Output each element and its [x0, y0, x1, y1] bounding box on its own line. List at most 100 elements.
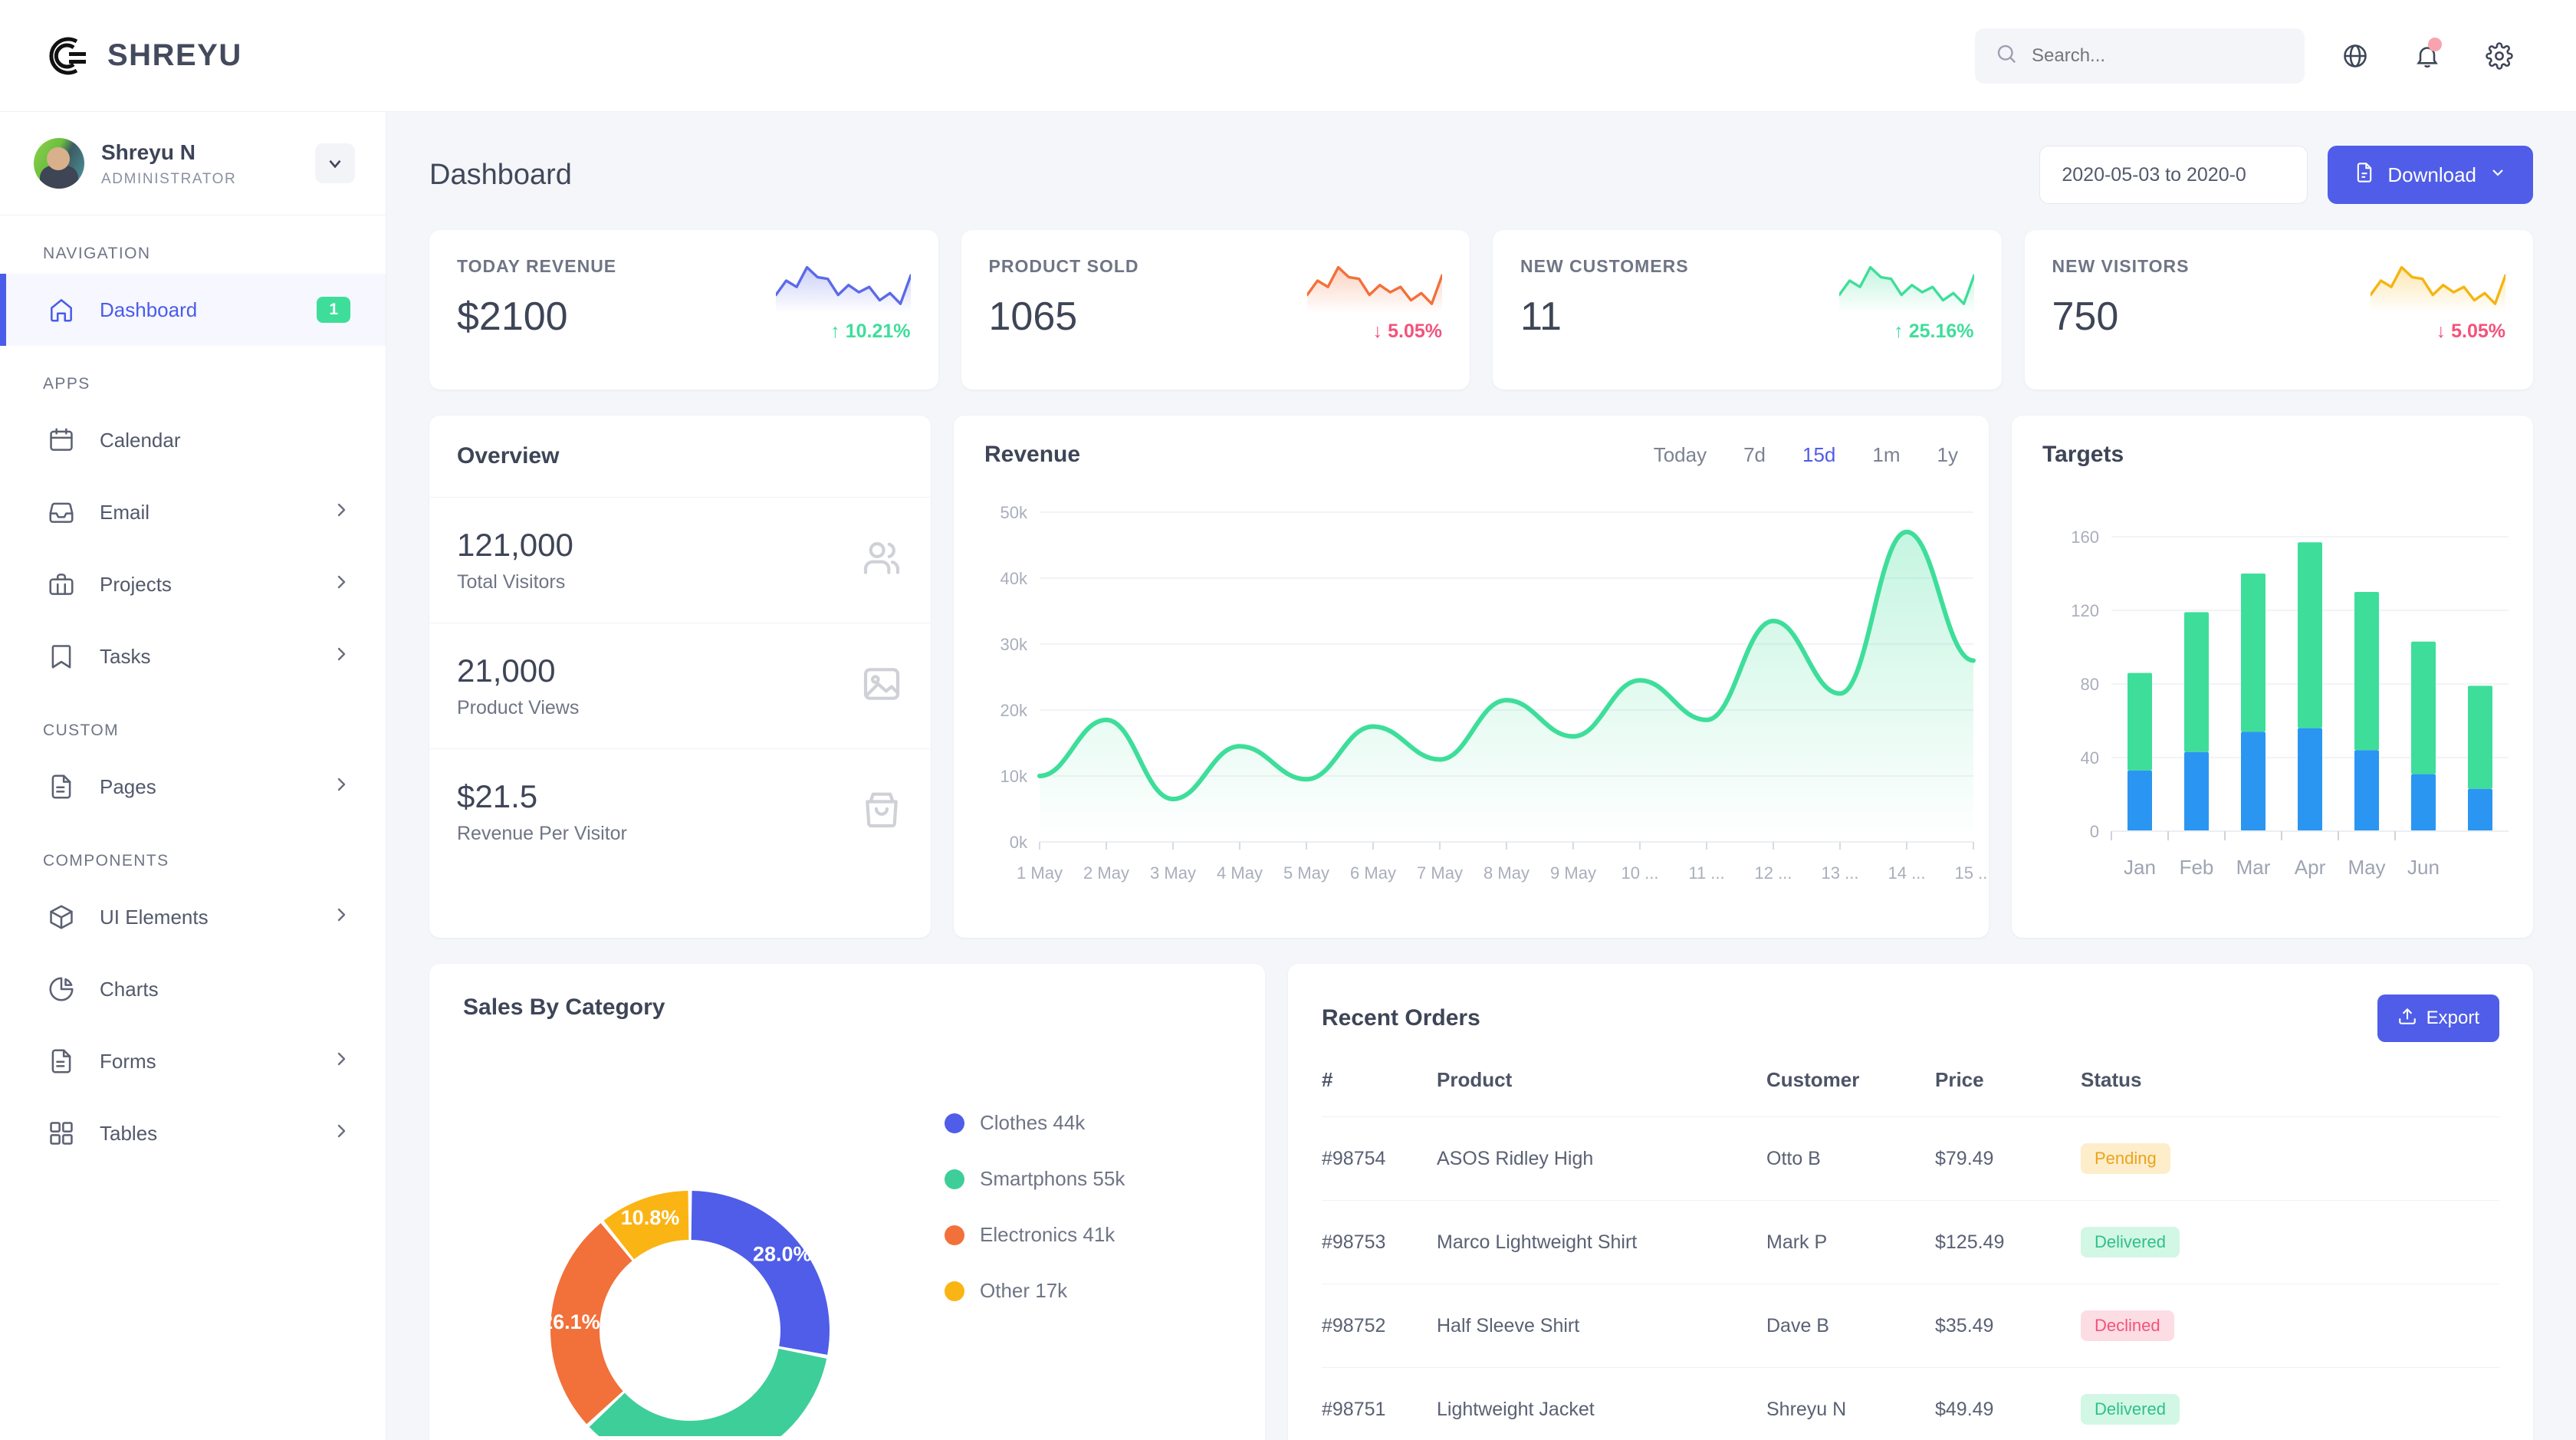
bell-icon[interactable] [2406, 35, 2449, 77]
revenue-tab-15d[interactable]: 15d [1802, 443, 1835, 467]
svg-text:May: May [2348, 856, 2385, 879]
briefcase-icon [46, 569, 77, 600]
search-box[interactable] [1975, 28, 2305, 84]
order-product: Lightweight Jacket [1437, 1367, 1766, 1440]
legend-color-dot [945, 1113, 964, 1133]
shopping-bag-icon [860, 788, 903, 835]
targets-title: Targets [2042, 442, 2124, 467]
search-icon [1995, 42, 2018, 69]
stat-card-title: NEW CUSTOMERS [1520, 256, 1689, 276]
order-customer: Mark P [1766, 1200, 1935, 1284]
sales-by-category-header: Sales By Category [429, 964, 1265, 1021]
stat-card-title: PRODUCT SOLD [988, 256, 1139, 276]
table-row[interactable]: #98754 ASOS Ridley High Otto B $79.49 Pendin… [1322, 1116, 2499, 1201]
sidebar-item-pages[interactable]: Pages [0, 751, 386, 823]
table-body: #98754 ASOS Ridley High Otto B $79.49 Pendin… [1322, 1116, 2499, 1440]
svg-text:30k: 30k [1001, 635, 1028, 654]
svg-text:50k: 50k [1001, 503, 1028, 522]
revenue-range-tabs: Today 7d 15d 1m 1y [1654, 443, 1958, 467]
sidebar-item-charts[interactable]: Charts [0, 953, 386, 1025]
sparkline-chart [2371, 265, 2505, 313]
date-range-picker[interactable]: 2020-05-03 to 2020-0 [2039, 146, 2308, 204]
sidebar-item-calendar[interactable]: Calendar [0, 404, 386, 476]
sidebar-item-ui-elements[interactable]: UI Elements [0, 881, 386, 953]
brand[interactable]: SHREYU [0, 32, 386, 80]
sidebar-item-label: Dashboard [100, 298, 198, 321]
targets-card: Targets 0 40 80 120 160 Jan Feb Mar Apr May Jun [2012, 416, 2533, 938]
revenue-tab-1m[interactable]: 1m [1872, 443, 1900, 467]
sidebar-item-projects[interactable]: Projects [0, 548, 386, 620]
file-icon [2354, 162, 2375, 189]
revenue-tab-today[interactable]: Today [1654, 443, 1707, 467]
overview-item-revenue-per-visitor: $21.5 Revenue Per Visitor [429, 749, 931, 874]
svg-text:20k: 20k [1001, 701, 1028, 720]
sidebar-item-label: Calendar [100, 428, 181, 452]
sidebar-item-label: UI Elements [100, 905, 209, 929]
sidebar-item-forms[interactable]: Forms [0, 1025, 386, 1097]
revenue-tab-7d[interactable]: 7d [1743, 443, 1766, 467]
table-column-header: Status [2081, 1068, 2142, 1091]
order-id: #98752 [1322, 1284, 1437, 1368]
svg-text:4 May: 4 May [1217, 863, 1263, 883]
sidebar: Shreyu N ADMINISTRATOR NAVIGATION Dashboa… [0, 112, 386, 1440]
legend-item-electronics: Electronics 41k [945, 1223, 1125, 1247]
sidebar-item-label: Tasks [100, 644, 151, 668]
targets-header: Targets [2012, 416, 2533, 471]
stat-card-value: 11 [1520, 294, 1562, 339]
sidebar-item-label: Forms [100, 1049, 156, 1073]
table-row[interactable]: #98753 Marco Lightweight Shirt Mark P $125.… [1322, 1200, 2499, 1284]
download-button-label: Download [2387, 163, 2476, 186]
table-row[interactable]: #98751 Lightweight Jacket Shreyu N $49.49 De… [1322, 1367, 2499, 1440]
svg-text:Apr: Apr [2295, 856, 2326, 879]
search-input[interactable] [2032, 44, 2285, 67]
svg-text:14 ...: 14 ... [1888, 863, 1926, 883]
table-row[interactable]: #98752 Half Sleeve Shirt Dave B $35.49 Decli… [1322, 1284, 2499, 1368]
sidebar-item-email[interactable]: Email [0, 476, 386, 548]
grid-icon [46, 1118, 77, 1149]
globe-icon[interactable] [2334, 35, 2377, 77]
arrow-up-icon: ↑ [830, 321, 840, 342]
svg-text:Feb: Feb [2180, 856, 2214, 879]
svg-text:40k: 40k [1001, 569, 1028, 588]
profile-chevron-down-icon[interactable] [315, 143, 355, 183]
stat-card-value: 750 [2052, 294, 2119, 339]
chevron-right-icon [332, 1050, 350, 1073]
sidebar-item-label: Email [100, 500, 150, 524]
sidebar-item-dashboard[interactable]: Dashboard 1 [0, 274, 386, 346]
legend-label: Clothes 44k [980, 1111, 1086, 1134]
chevron-right-icon [332, 645, 350, 669]
profile-block[interactable]: Shreyu N ADMINISTRATOR [0, 112, 386, 215]
legend-label: Smartphons 55k [980, 1167, 1125, 1190]
export-button[interactable]: Export [2377, 995, 2499, 1042]
order-price: $35.49 [1935, 1284, 2081, 1368]
stat-card-value: $2100 [457, 294, 568, 339]
sidebar-item-tasks[interactable]: Tasks [0, 620, 386, 692]
chevron-right-icon [332, 573, 350, 597]
svg-text:1 May: 1 May [1017, 863, 1063, 883]
status-badge: Delivered [2081, 1394, 2180, 1425]
svg-text:Jan: Jan [2124, 856, 2156, 879]
revenue-area-chart: 0k 10k 20k 30k 40k 50k 1 May 2 May 3 May 4 May 5 M… [1001, 503, 1993, 883]
legend-color-dot [945, 1225, 964, 1245]
gear-icon[interactable] [2478, 35, 2521, 77]
sparkline-chart [1838, 265, 1974, 313]
main-content: Dashboard 2020-05-03 to 2020-0 Download … [386, 112, 2576, 1440]
chevron-right-icon [332, 906, 350, 929]
status-badge: Delivered [2081, 1227, 2180, 1258]
svg-text:Jun: Jun [2407, 856, 2440, 879]
recent-orders-header: Recent Orders Export [1288, 964, 2533, 1042]
revenue-tab-1y[interactable]: 1y [1937, 443, 1958, 467]
overview-header: Overview [429, 416, 931, 498]
arrow-up-icon: ↑ [1894, 321, 1904, 342]
overview-card: Overview 121,000 Total Visitors 21,000 Prod… [429, 416, 931, 938]
legend-item-clothes: Clothes 44k [945, 1111, 1125, 1135]
sidebar-item-tables[interactable]: Tables [0, 1097, 386, 1169]
svg-text:0: 0 [2090, 822, 2099, 841]
stat-card-title: TODAY REVENUE [457, 256, 617, 276]
chevron-right-icon [332, 501, 350, 524]
order-price: $49.49 [1935, 1367, 2081, 1440]
download-button[interactable]: Download [2328, 146, 2533, 204]
sparkline-chart [775, 265, 911, 313]
home-icon [46, 294, 77, 325]
svg-text:2 May: 2 May [1083, 863, 1129, 883]
